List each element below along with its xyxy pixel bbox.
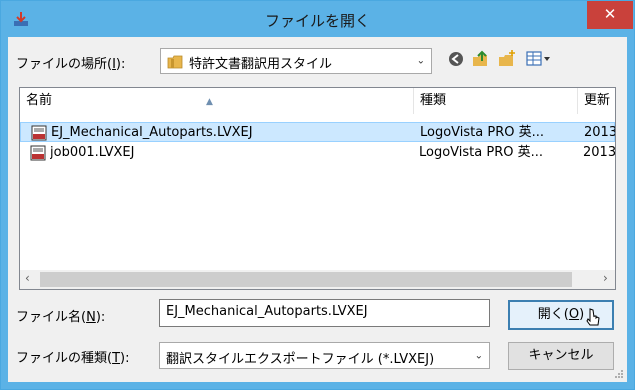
cancel-button[interactable]: キャンセル — [508, 342, 614, 370]
lvxej-file-icon — [30, 145, 46, 161]
location-dropdown[interactable]: 特許文書翻訳用スタイル ⌄ — [160, 48, 432, 74]
filetype-label: ファイルの種類(T): — [16, 351, 130, 366]
file-list[interactable]: 名前 ▲ 種類 更新 EJ_Mechanical_Autoparts.LVXEJ… — [19, 87, 616, 290]
file-name: EJ_Mechanical_Autoparts.LVXEJ — [51, 125, 253, 140]
lvxej-file-icon — [31, 125, 47, 141]
file-type: LogoVista PRO 英... — [420, 125, 544, 140]
title-bar[interactable]: ファイルを開く ✕ — [1, 1, 634, 37]
column-header-date[interactable]: 更新 — [578, 88, 615, 114]
file-date: 2013 — [583, 145, 616, 160]
scroll-left-icon[interactable]: ‹ — [25, 271, 30, 285]
filename-label: ファイル名(N): — [16, 310, 106, 325]
file-row[interactable]: EJ_Mechanical_Autoparts.LVXEJ LogoVista … — [20, 122, 615, 142]
column-type-label: 種類 — [420, 93, 447, 108]
column-date-label: 更新 — [584, 93, 611, 108]
column-name-label: 名前 — [26, 93, 53, 108]
up-folder-icon[interactable] — [470, 49, 490, 69]
scrollbar-thumb[interactable] — [40, 272, 572, 287]
open-file-dialog: ファイルを開く ✕ ファイルの場所(I): 特許文書翻訳用スタイル ⌄ 名前 ▲… — [0, 0, 635, 390]
dialog-body: ファイルの場所(I): 特許文書翻訳用スタイル ⌄ 名前 ▲ 種類 更新 EJ_… — [8, 37, 627, 382]
chevron-down-icon: ⌄ — [416, 55, 425, 67]
resize-grip-icon[interactable] — [614, 369, 624, 379]
file-type: LogoVista PRO 英... — [419, 145, 543, 160]
file-name: job001.LVXEJ — [50, 145, 135, 160]
close-button[interactable]: ✕ — [587, 1, 633, 29]
new-folder-icon[interactable] — [497, 49, 517, 69]
filetype-value: 翻訳スタイルエクスポートファイル (*.LVXEJ) — [166, 352, 435, 367]
location-value: 特許文書翻訳用スタイル — [189, 57, 333, 72]
location-label: ファイルの場所(I): — [16, 57, 126, 72]
column-header-name[interactable]: 名前 ▲ — [20, 88, 414, 114]
horizontal-scrollbar[interactable]: ‹ › — [20, 270, 615, 289]
view-menu-icon[interactable] — [525, 49, 551, 69]
filetype-dropdown[interactable]: 翻訳スタイルエクスポートファイル (*.LVXEJ) ⌄ — [159, 342, 490, 369]
folder-icon — [167, 55, 183, 69]
scroll-right-icon[interactable]: › — [603, 271, 608, 285]
column-header-type[interactable]: 種類 — [414, 88, 578, 114]
filename-input[interactable]: EJ_Mechanical_Autoparts.LVXEJ — [159, 299, 490, 327]
file-row[interactable]: job001.LVXEJ LogoVista PRO 英... 2013 — [20, 143, 615, 163]
sort-ascending-icon: ▲ — [206, 97, 213, 107]
chevron-down-icon: ⌄ — [474, 350, 483, 361]
mouse-cursor-icon — [586, 308, 600, 326]
back-icon[interactable] — [446, 49, 466, 69]
window-title: ファイルを開く — [264, 12, 370, 30]
file-date: 2013 — [584, 125, 616, 140]
